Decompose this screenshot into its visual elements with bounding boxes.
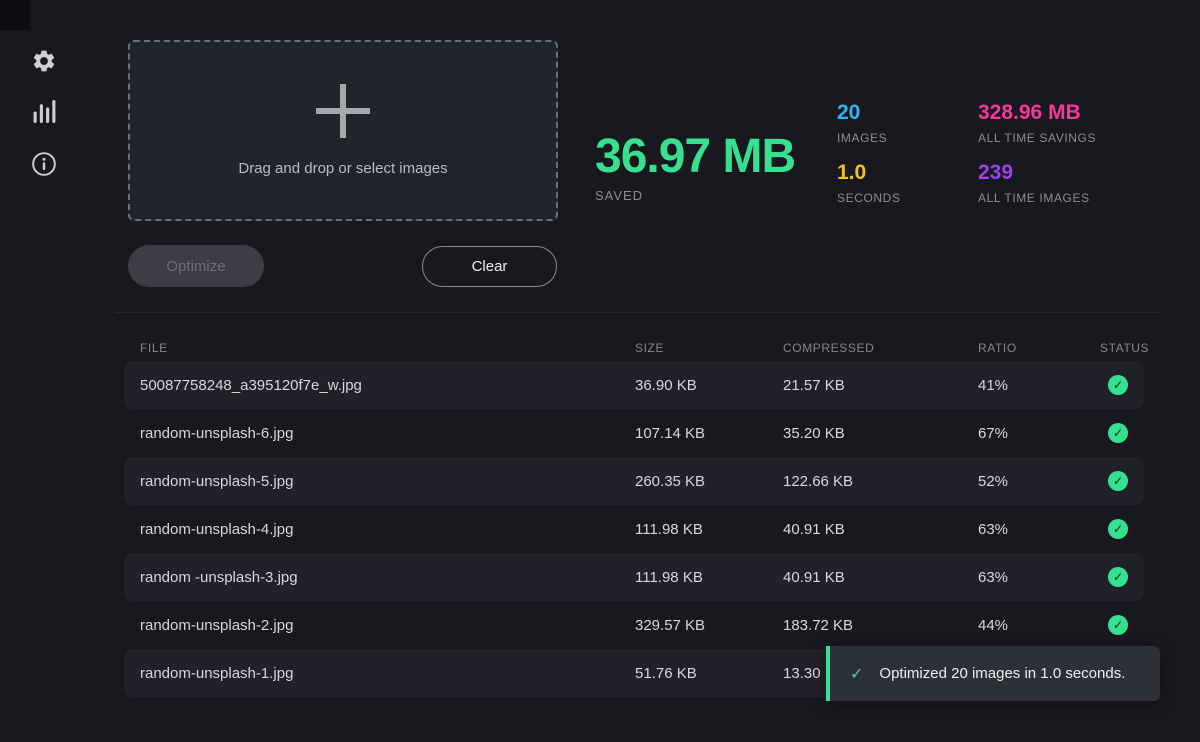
cell-size: 111.98 KB: [635, 569, 783, 586]
gear-icon: [31, 48, 57, 74]
toast-accent-bar: [826, 646, 830, 701]
cell-file: random-unsplash-1.jpg: [140, 665, 635, 682]
cell-size: 51.76 KB: [635, 665, 783, 682]
cell-compressed: 21.57 KB: [783, 377, 978, 394]
cell-ratio: 52%: [978, 473, 1100, 490]
cell-ratio: 67%: [978, 425, 1100, 442]
cell-compressed: 40.91 KB: [783, 521, 978, 538]
toast-check-icon: ✓: [850, 664, 863, 684]
cell-size: 111.98 KB: [635, 521, 783, 538]
dropzone[interactable]: Drag and drop or select images: [128, 40, 558, 221]
images-label: IMAGES: [837, 131, 901, 145]
table-row: random-unsplash-6.jpg 107.14 KB 35.20 KB…: [124, 409, 1144, 457]
cell-ratio: 44%: [978, 617, 1100, 634]
cell-file: random-unsplash-2.jpg: [140, 617, 635, 634]
toast-notification[interactable]: ✓ Optimized 20 images in 1.0 seconds.: [826, 646, 1160, 701]
column-header-compressed: COMPRESSED: [783, 341, 978, 355]
table-row: random -unsplash-3.jpg 111.98 KB 40.91 K…: [124, 553, 1144, 601]
table-row: 50087758248_a395120f7e_w.jpg 36.90 KB 21…: [124, 361, 1144, 409]
optimize-button[interactable]: Optimize: [128, 245, 264, 287]
sidebar-settings-button[interactable]: [27, 44, 61, 78]
cell-compressed: 183.72 KB: [783, 617, 978, 634]
cell-file: random-unsplash-6.jpg: [140, 425, 635, 442]
cell-compressed: 35.20 KB: [783, 425, 978, 442]
results-table: FILE SIZE COMPRESSED RATIO STATUS 500877…: [124, 334, 1144, 697]
images-value: 20: [837, 101, 901, 124]
bar-chart-icon: [32, 99, 57, 124]
clear-button[interactable]: Clear: [422, 246, 557, 287]
dropzone-label: Drag and drop or select images: [238, 160, 447, 177]
info-icon: [31, 151, 57, 177]
column-header-ratio: RATIO: [978, 341, 1100, 355]
status-check-icon: ✓: [1108, 567, 1128, 587]
table-header: FILE SIZE COMPRESSED RATIO STATUS: [124, 334, 1144, 361]
window-corner: [0, 0, 30, 30]
cell-file: 50087758248_a395120f7e_w.jpg: [140, 377, 635, 394]
section-divider: [115, 312, 1162, 313]
saved-label: SAVED: [595, 188, 795, 203]
all-time-images-value: 239: [978, 161, 1096, 184]
all-time-images-label: ALL TIME IMAGES: [978, 191, 1096, 205]
cell-ratio: 63%: [978, 521, 1100, 538]
app-window: Drag and drop or select images 36.97 MB …: [0, 0, 1200, 742]
status-check-icon: ✓: [1108, 519, 1128, 539]
cell-size: 260.35 KB: [635, 473, 783, 490]
status-check-icon: ✓: [1108, 375, 1128, 395]
status-check-icon: ✓: [1108, 471, 1128, 491]
cell-compressed: 40.91 KB: [783, 569, 978, 586]
sidebar-statistics-button[interactable]: [27, 94, 61, 128]
saved-value: 36.97 MB: [595, 133, 795, 181]
all-time-savings-label: ALL TIME SAVINGS: [978, 131, 1096, 145]
status-check-icon: ✓: [1108, 615, 1128, 635]
cell-compressed: 122.66 KB: [783, 473, 978, 490]
toast-message: Optimized 20 images in 1.0 seconds.: [879, 665, 1125, 682]
cell-size: 107.14 KB: [635, 425, 783, 442]
cell-file: random-unsplash-5.jpg: [140, 473, 635, 490]
sidebar-info-button[interactable]: [27, 147, 61, 181]
column-header-size: SIZE: [635, 341, 783, 355]
column-header-status: STATUS: [1100, 341, 1160, 355]
cell-file: random -unsplash-3.jpg: [140, 569, 635, 586]
seconds-value: 1.0: [837, 161, 901, 184]
stat-column-session: 20 IMAGES 1.0 SECONDS: [837, 101, 901, 221]
cell-size: 329.57 KB: [635, 617, 783, 634]
stat-saved: 36.97 MB SAVED: [595, 133, 795, 203]
table-row: random-unsplash-2.jpg 329.57 KB 183.72 K…: [124, 601, 1144, 649]
table-row: random-unsplash-4.jpg 111.98 KB 40.91 KB…: [124, 505, 1144, 553]
all-time-savings-value: 328.96 MB: [978, 101, 1096, 124]
cell-size: 36.90 KB: [635, 377, 783, 394]
table-row: random-unsplash-5.jpg 260.35 KB 122.66 K…: [124, 457, 1144, 505]
cell-file: random-unsplash-4.jpg: [140, 521, 635, 538]
cell-ratio: 41%: [978, 377, 1100, 394]
plus-icon: [316, 84, 370, 138]
stat-column-all-time: 328.96 MB ALL TIME SAVINGS 239 ALL TIME …: [978, 101, 1096, 221]
column-header-file: FILE: [140, 341, 635, 355]
seconds-label: SECONDS: [837, 191, 901, 205]
cell-ratio: 63%: [978, 569, 1100, 586]
status-check-icon: ✓: [1108, 423, 1128, 443]
